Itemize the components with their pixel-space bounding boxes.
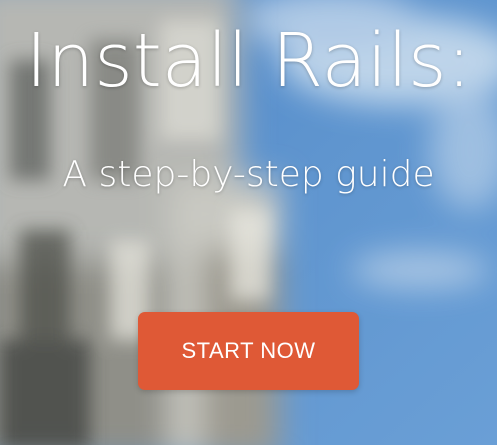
- page-subtitle: A step-by-step guide: [62, 154, 435, 195]
- page-title: Install Rails:: [25, 18, 472, 104]
- start-now-button[interactable]: START NOW: [138, 312, 359, 390]
- hero-section: Install Rails: A step-by-step guide STAR…: [0, 0, 497, 445]
